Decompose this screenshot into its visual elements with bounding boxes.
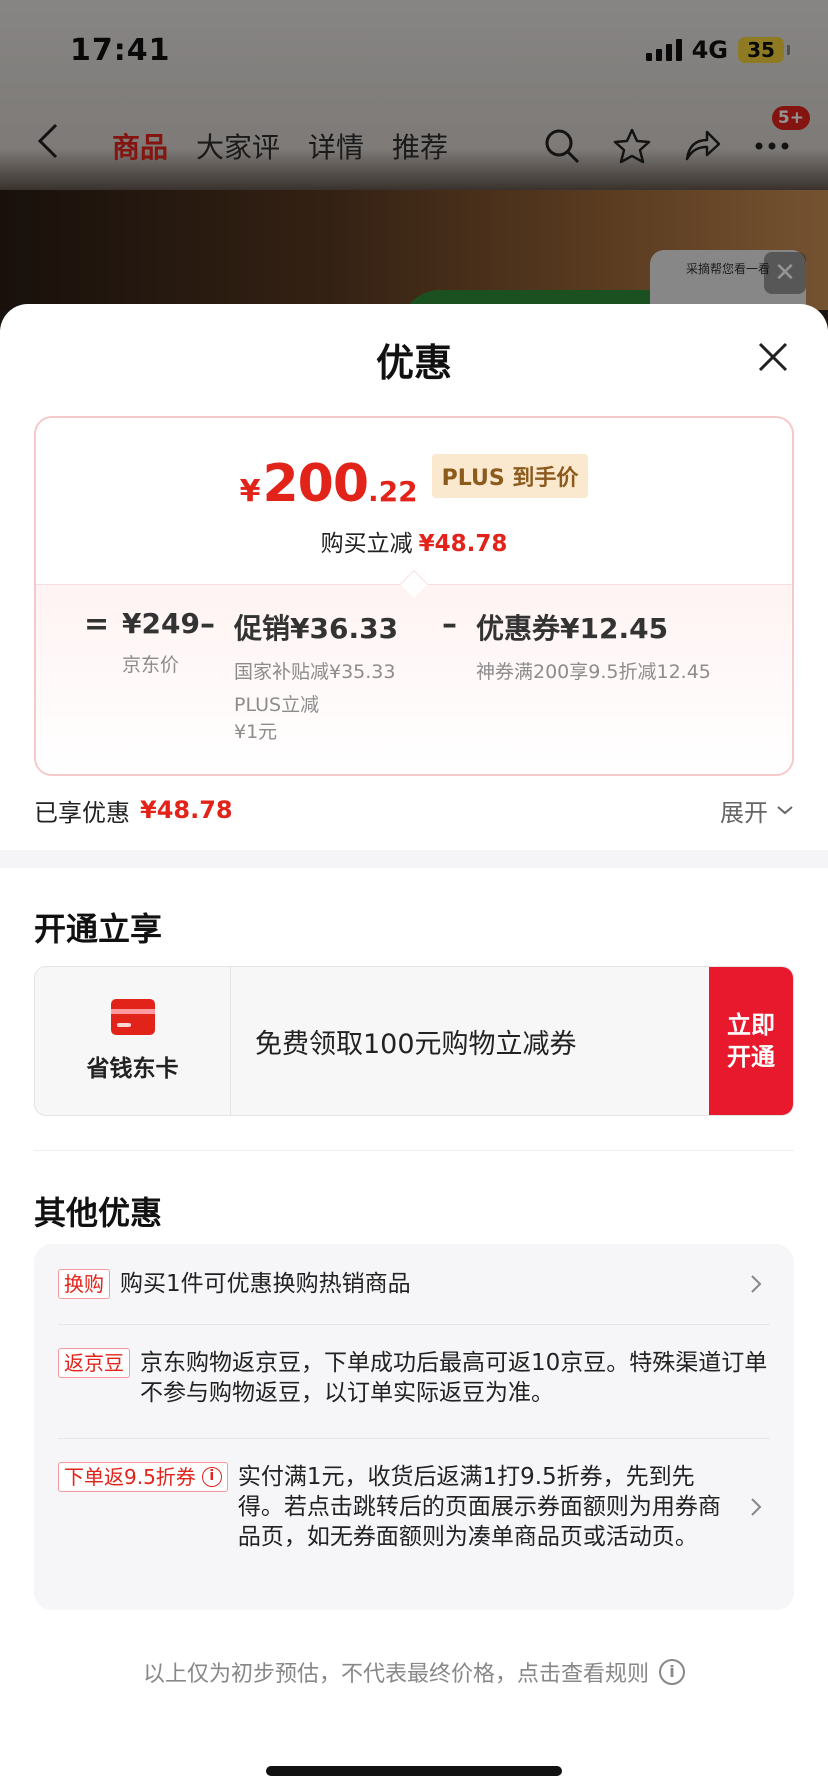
offer-tag-label: 下单返9.5折券: [64, 1465, 196, 1489]
plus-price-tag: PLUS 到手价: [431, 454, 589, 498]
expand-label: 展开: [720, 798, 768, 827]
membership-card[interactable]: 省钱东卡 免费领取100元购物立减券 立即开通: [34, 966, 794, 1116]
jd-price-label: 京东价: [122, 654, 180, 676]
membership-brand: 省钱东卡: [35, 967, 231, 1115]
coupon-total: 优惠券¥12.45: [476, 612, 669, 645]
offer-tag: 换购: [58, 1269, 110, 1299]
instant-discount-label: 购买立减: [320, 531, 413, 557]
minus-sign: –: [442, 607, 457, 642]
promo-total: 促销¥36.33: [234, 612, 399, 645]
list-item: 返京豆 京东购物返京豆，下单成功后最高可返10京豆。特殊渠道订单不参与购物返豆，…: [58, 1348, 770, 1408]
offer-tag: 下单返9.5折券 i: [58, 1462, 228, 1492]
chevron-down-icon: [777, 806, 793, 815]
enjoyed-value: ¥48.78: [140, 796, 233, 824]
list-item[interactable]: 换购 购买1件可优惠换购热销商品: [58, 1264, 770, 1304]
price-breakdown-card: ¥ 200 .22 PLUS 到手价 购买立减 ¥48.78 = ¥249 京东价…: [34, 416, 794, 776]
close-icon[interactable]: [756, 340, 790, 374]
instant-discount-value: ¥48.78: [418, 531, 508, 557]
price-integer: 200: [262, 454, 369, 514]
jd-price: ¥249: [122, 607, 200, 640]
promo-plus-label: PLUS立减: [234, 694, 320, 716]
expand-button[interactable]: 展开: [720, 793, 794, 828]
coupon-col: 优惠券¥12.45 神券满200享9.5折减12.45: [476, 607, 711, 686]
discount-sheet: 优惠 ¥ 200 .22 PLUS 到手价 购买立减 ¥48.78 = ¥249 …: [0, 304, 828, 1792]
background-product-page: 17:41 4G 35 商品 大家评 详情 推荐 5+ 采摘帮您看一看 ✕: [0, 0, 828, 330]
minus-sign: –: [200, 607, 215, 642]
jd-price-col: ¥249 京东价: [122, 607, 200, 679]
footer-text: 以上仅为初步预估，不代表最终价格，点击查看规则: [142, 1662, 649, 1687]
calc-area: = ¥249 京东价 – 促销¥36.33 国家补贴减¥35.33 PLUS立减…: [36, 584, 792, 774]
info-icon[interactable]: i: [201, 1467, 222, 1487]
open-section-title: 开通立享: [34, 910, 163, 948]
card-icon: [110, 999, 155, 1035]
home-indicator: [266, 1766, 562, 1776]
section-divider: [0, 850, 828, 868]
offer-text: 京东购物返京豆，下单成功后最高可返10京豆。特殊渠道订单不参与购物返豆，以订单实…: [140, 1350, 768, 1406]
offer-divider: [58, 1324, 770, 1325]
other-offers-list: 换购 购买1件可优惠换购热销商品 返京豆 京东购物返京豆，下单成功后最高可返10…: [34, 1244, 794, 1610]
price-currency: ¥: [239, 474, 261, 509]
promo-col: 促销¥36.33 国家补贴减¥35.33 PLUS立减 ¥1元: [234, 607, 398, 746]
enjoyed-discount-row: 已享优惠 ¥48.78 展开: [34, 790, 794, 830]
other-section-title: 其他优惠: [34, 1194, 163, 1232]
promo-subsidy: 国家补贴减¥35.33: [234, 661, 396, 683]
offer-text: 购买1件可优惠换购热销商品: [120, 1271, 411, 1297]
offer-divider: [58, 1438, 770, 1439]
divider: [34, 1150, 794, 1151]
sheet-title: 优惠: [375, 341, 452, 385]
offer-tag: 返京豆: [58, 1348, 130, 1378]
offer-text: 实付满1元，收货后返满1打9.5折券，先到先得。若点击跳转后的页面展示券面额则为…: [237, 1464, 721, 1550]
price-decimal: .22: [368, 475, 418, 508]
final-price: ¥ 200 .22 PLUS 到手价: [36, 454, 792, 514]
equals-sign: =: [84, 607, 110, 642]
chevron-right-icon: [750, 1274, 770, 1294]
instant-discount: 购买立减 ¥48.78: [36, 524, 792, 558]
membership-offer: 免费领取100元购物立减券: [255, 1028, 577, 1060]
info-icon: i: [659, 1659, 685, 1685]
promo-plus-value: ¥1元: [234, 721, 278, 743]
coupon-detail: 神券满200享9.5折减12.45: [476, 661, 711, 683]
membership-name: 省钱东卡: [86, 1056, 179, 1082]
open-now-button[interactable]: 立即开通: [709, 967, 793, 1115]
chevron-right-icon: [750, 1497, 770, 1517]
list-item[interactable]: 下单返9.5折券 i 实付满1元，收货后返满1打9.5折券，先到先得。若点击跳转…: [58, 1462, 770, 1552]
enjoyed-label: 已享优惠: [34, 798, 130, 827]
rules-link[interactable]: 以上仅为初步预估，不代表最终价格，点击查看规则 i: [0, 1656, 828, 1688]
modal-overlay[interactable]: [0, 0, 828, 330]
